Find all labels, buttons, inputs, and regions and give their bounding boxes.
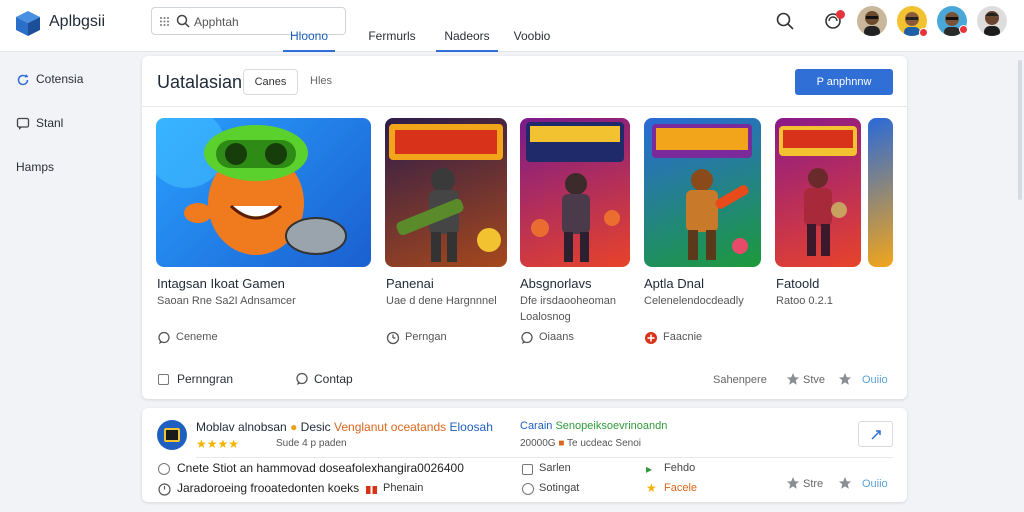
game-title[interactable]: Absgnorlavs [520, 276, 592, 291]
game-subtitle: Saoan Rne Sa2I Adnsamcer [157, 295, 296, 307]
plus-badge-icon [645, 332, 657, 344]
star-icon: ★ [646, 481, 657, 495]
tab-hloono[interactable]: Hloono [283, 26, 335, 52]
game-thumbnail-3[interactable] [520, 118, 630, 267]
divider [142, 106, 907, 107]
game-subtitle: Uae d dene Hargnnnel [386, 295, 497, 307]
game-title[interactable]: Fatoold [776, 276, 819, 291]
game-thumbnail-2[interactable] [385, 118, 507, 267]
tab-voobio[interactable]: Voobio [507, 26, 557, 52]
listing-title[interactable]: Moblav alnobsan ● Desic Venglanut oceata… [196, 420, 493, 434]
listing-title-part: Venglanut [334, 420, 388, 434]
listing-right-end: Senoi [615, 438, 641, 449]
clock-icon[interactable] [158, 483, 171, 496]
star-icon[interactable] [838, 476, 852, 490]
search-icon [176, 14, 190, 28]
game-thumbnail-5[interactable] [775, 118, 861, 267]
chat-icon [16, 117, 30, 130]
star-label: Stre [803, 478, 824, 490]
expand-icon [871, 430, 881, 440]
primary-action-button[interactable]: P anphnnw [795, 69, 893, 95]
listing-title-part: Desic [300, 420, 331, 434]
refresh-icon [17, 74, 29, 86]
logo-cube-icon[interactable] [14, 9, 42, 37]
star-icon[interactable] [786, 372, 800, 386]
listing-title-part: oceatands [390, 420, 447, 434]
gift-icon [366, 486, 377, 494]
coin-icon: ● [290, 420, 298, 434]
listing-row-text: Cnete Stiot an hammovad doseafolexhangir… [177, 461, 464, 475]
listing-right-title: Carain Senopeiksoevrinoandn [520, 420, 667, 432]
listing-row-text: Jaradoroeing frooatedonten koeks [177, 481, 360, 495]
checkbox-label: Pernngran [177, 372, 234, 386]
avatar-1[interactable] [857, 6, 887, 36]
game-meta-label: Faacnie [663, 331, 703, 343]
listing-title-part: Eloosah [449, 420, 493, 434]
star-icon[interactable] [838, 372, 852, 386]
app-name: Aplbgsii [49, 13, 106, 30]
option-label: Sarlen [539, 462, 571, 474]
rating-text: Sude 4 p paden [276, 438, 347, 449]
star-icon[interactable] [786, 476, 800, 490]
footer-link[interactable]: Ouiio [862, 478, 888, 490]
checkbox[interactable] [522, 464, 533, 475]
app-badge-icon[interactable] [156, 419, 188, 451]
comment-icon [158, 331, 170, 344]
sidebar-item-label: Cotensia [36, 72, 84, 86]
flag-icon: ■ [558, 438, 565, 449]
page-title: Uatalasian [157, 72, 243, 92]
filter-chip[interactable]: Canes [243, 69, 298, 95]
game-subtitle: Dfe irsdaooheoman [520, 295, 617, 307]
game-thumbnail-1[interactable] [156, 118, 371, 267]
game-title[interactable]: Aptla Dnal [644, 276, 704, 291]
game-thumbnail-6[interactable] [868, 118, 893, 267]
game-meta-label: Perngan [405, 331, 447, 343]
search-icon[interactable] [775, 11, 795, 31]
listing-right-number: 20000G [520, 438, 556, 449]
expand-button[interactable] [858, 421, 893, 447]
game-meta-label: Ceneme [176, 331, 218, 343]
option-label: Facele [664, 482, 698, 494]
game-subtitle: Ratoo 0.2.1 [776, 295, 833, 307]
footer-link[interactable]: Ouiio [862, 374, 888, 386]
game-subtitle-line2: Loalosnog [520, 311, 571, 323]
comment-icon [521, 331, 533, 344]
listing-right-text: Te ucdeac [567, 438, 613, 449]
clock-icon [386, 331, 400, 345]
option-label: Fehdo [664, 462, 696, 474]
sidebar-item-label: Stanl [36, 116, 64, 130]
listing-right-title-part: Senopeiksoevrinoandn [555, 420, 668, 432]
game-subtitle: Celenelendocdeadly [644, 295, 744, 307]
filter-chip-secondary[interactable]: Hles [310, 75, 332, 87]
listing-right-title-part: Carain [520, 420, 553, 432]
check-mark-icon: ▸ [646, 462, 653, 476]
game-title[interactable]: Panenai [386, 276, 434, 291]
grid-icon [160, 17, 169, 26]
avatar-2-badge [919, 28, 928, 37]
top-bar: Aplbgsii Hloono Fermurls Nadeors Voobio [0, 0, 1024, 52]
sidebar-item-label: Hamps [16, 160, 55, 174]
option-label: Sotingat [539, 482, 580, 494]
game-thumbnail-4[interactable] [644, 118, 761, 267]
game-meta-label: Oiaans [539, 331, 574, 343]
comment-icon[interactable] [295, 372, 309, 386]
listing-right-sub: 20000G ■ Te ucdeac Senoi [520, 438, 641, 449]
comment-label[interactable]: Contap [314, 372, 353, 386]
rating-stars: ★★★★ [196, 437, 240, 451]
checkbox[interactable] [158, 374, 169, 385]
listing-row-end: Phenain [383, 482, 424, 494]
avatar-4[interactable] [977, 6, 1007, 36]
tab-fermurls[interactable]: Fermurls [366, 26, 418, 52]
tab-nadeors[interactable]: Nadeors [436, 26, 498, 52]
footer-status: Sahenpere [713, 374, 767, 386]
game-title[interactable]: Intagsan Ikoat Gamen [157, 276, 285, 291]
avatar-3-badge [959, 25, 968, 34]
star-label: Stve [803, 374, 826, 386]
listing-title-part: Moblav alnobsan [196, 420, 287, 434]
radio-option[interactable] [522, 483, 534, 495]
notification-badge [836, 10, 845, 19]
divider [196, 457, 893, 458]
scrollbar[interactable] [1018, 60, 1022, 200]
radio-option[interactable] [158, 463, 170, 475]
